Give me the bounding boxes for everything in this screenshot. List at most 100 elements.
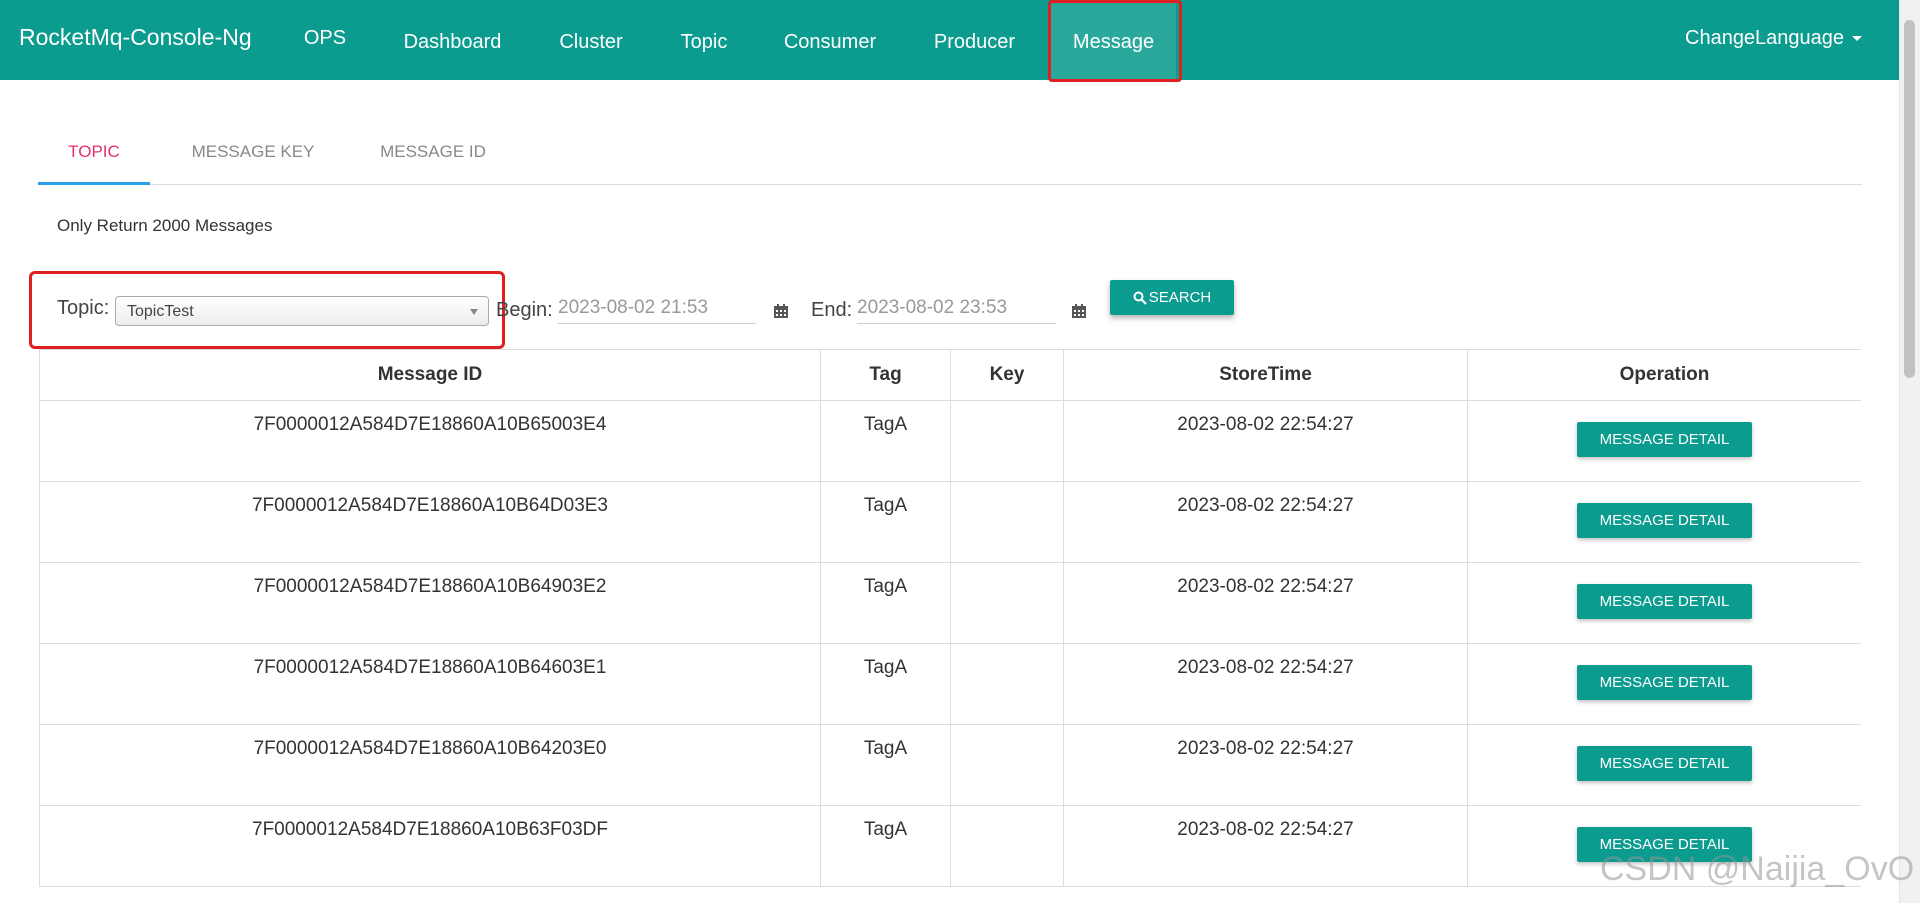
search-mode-tabs: TOPIC MESSAGE KEY MESSAGE ID [38,130,1862,185]
table-body: 7F0000012A584D7E18860A10B65003E4 TagA 2023… [39,400,1861,887]
highlight-box-topic-select [29,271,505,349]
table-row: 7F0000012A584D7E18860A10B64603E1 TagA 2023… [39,643,1861,725]
column-header-tag: Tag [820,349,951,401]
nav-item-producer[interactable]: Producer [924,0,1025,80]
store-time-cell: 2023-08-02 22:54:27 [1063,562,1468,644]
page-scrollbar[interactable] [1899,0,1920,903]
message-id-cell: 7F0000012A584D7E18860A10B64D03E3 [39,481,821,563]
table-row: 7F0000012A584D7E18860A10B63F03DF TagA 2023… [39,805,1861,887]
tab-message-id[interactable]: MESSAGE ID [358,130,508,182]
calendar-icon[interactable] [1071,303,1087,319]
message-id-cell-text: 7F0000012A584D7E18860A10B64603E1 [253,657,607,678]
message-id-cell: 7F0000012A584D7E18860A10B63F03DF [39,805,821,887]
key-cell [950,805,1064,887]
tag-cell-text: TagA [863,819,908,840]
operation-cell: MESSAGE DETAIL [1467,562,1861,644]
message-id-cell: 7F0000012A584D7E18860A10B65003E4 [39,400,821,482]
message-id-cell-text: 7F0000012A584D7E18860A10B64203E0 [253,738,607,759]
message-id-cell-text: 7F0000012A584D7E18860A10B64D03E3 [251,495,609,516]
watermark: CSDN @Naijia_OvO [1600,850,1915,888]
operation-cell: MESSAGE DETAIL [1467,400,1861,482]
nav-item-topic[interactable]: Topic [671,0,737,80]
key-cell [950,724,1064,806]
key-cell-text [951,563,1063,576]
nav-item-ops[interactable]: OPS [295,0,355,80]
highlight-box-message-nav [1048,0,1182,82]
message-id-cell: 7F0000012A584D7E18860A10B64203E0 [39,724,821,806]
store-time-cell: 2023-08-02 22:54:27 [1063,400,1468,482]
result-limit-notice: Only Return 2000 Messages [57,216,273,235]
column-header-message-id: Message ID [39,349,821,401]
key-cell-text [951,725,1063,738]
nav-item-cluster[interactable]: Cluster [549,0,633,80]
search-button-label: SEARCH [1148,289,1212,306]
key-cell-text [951,482,1063,495]
tab-topic[interactable]: TOPIC [38,130,150,185]
tag-cell-text: TagA [863,738,908,759]
message-id-cell-text: 7F0000012A584D7E18860A10B65003E4 [253,414,607,435]
message-detail-button[interactable]: MESSAGE DETAIL [1577,665,1752,700]
tag-cell: TagA [820,400,951,482]
message-detail-button[interactable]: MESSAGE DETAIL [1577,746,1752,781]
key-cell-text [951,644,1063,657]
store-time-cell-text: 2023-08-02 22:54:27 [1177,576,1354,597]
key-cell [950,562,1064,644]
key-cell-text [951,401,1063,414]
message-table: Message ID Tag Key StoreTime Operation 7… [39,349,1861,887]
store-time-cell: 2023-08-02 22:54:27 [1063,643,1468,725]
column-header-store-time: StoreTime [1063,349,1468,401]
operation-cell: MESSAGE DETAIL [1467,643,1861,725]
operation-cell: MESSAGE DETAIL [1467,724,1861,806]
tag-cell-text: TagA [863,495,908,516]
caret-down-icon [1852,36,1863,42]
tab-message-key[interactable]: MESSAGE KEY [168,130,338,182]
message-id-cell-text: 7F0000012A584D7E18860A10B63F03DF [252,819,608,840]
store-time-cell-text: 2023-08-02 22:54:27 [1177,657,1354,678]
store-time-cell-text: 2023-08-02 22:54:27 [1177,495,1354,516]
store-time-cell: 2023-08-02 22:54:27 [1063,724,1468,806]
store-time-cell: 2023-08-02 22:54:27 [1063,805,1468,887]
brand-logo-text[interactable]: RocketMq-Console-Ng [19,24,252,51]
change-language-label: ChangeLanguage [1685,27,1845,49]
table-row: 7F0000012A584D7E18860A10B64903E2 TagA 2023… [39,562,1861,644]
table-row: 7F0000012A584D7E18860A10B64D03E3 TagA 2023… [39,481,1861,563]
tag-cell: TagA [820,805,951,887]
store-time-cell-text: 2023-08-02 22:54:27 [1177,819,1354,840]
begin-time-input[interactable] [558,292,756,324]
table-row: 7F0000012A584D7E18860A10B64203E0 TagA 2023… [39,724,1861,806]
top-navbar: RocketMq-Console-Ng OPS Dashboard Cluste… [0,0,1900,80]
tag-cell: TagA [820,481,951,563]
tag-cell-text: TagA [863,576,908,597]
message-detail-button[interactable]: MESSAGE DETAIL [1577,503,1752,538]
tag-cell-text: TagA [863,657,908,678]
key-cell [950,481,1064,563]
tag-cell: TagA [820,562,951,644]
operation-cell: MESSAGE DETAIL [1467,481,1861,563]
message-id-cell-text: 7F0000012A584D7E18860A10B64903E2 [253,576,607,597]
store-time-cell: 2023-08-02 22:54:27 [1063,481,1468,563]
table-row: 7F0000012A584D7E18860A10B65003E4 TagA 2023… [39,400,1861,482]
scrollbar-thumb[interactable] [1904,20,1915,378]
key-cell-text [951,806,1063,819]
calendar-icon[interactable] [773,303,789,319]
message-detail-button[interactable]: MESSAGE DETAIL [1577,422,1752,457]
tag-cell: TagA [820,643,951,725]
tag-cell: TagA [820,724,951,806]
message-table-container: Message ID Tag Key StoreTime Operation 7… [39,349,1861,903]
store-time-cell-text: 2023-08-02 22:54:27 [1177,414,1354,435]
store-time-cell-text: 2023-08-02 22:54:27 [1177,738,1354,759]
key-cell [950,643,1064,725]
message-detail-button[interactable]: MESSAGE DETAIL [1577,584,1752,619]
message-id-cell: 7F0000012A584D7E18860A10B64603E1 [39,643,821,725]
end-time-input[interactable] [857,292,1056,324]
nav-item-consumer[interactable]: Consumer [776,0,884,80]
table-header-row: Message ID Tag Key StoreTime Operation [39,349,1861,401]
change-language-dropdown[interactable]: ChangeLanguage [1685,27,1863,50]
message-id-cell: 7F0000012A584D7E18860A10B64903E2 [39,562,821,644]
nav-item-dashboard[interactable]: Dashboard [395,0,510,80]
column-header-key: Key [950,349,1064,401]
search-button[interactable]: SEARCH [1110,280,1234,315]
key-cell [950,400,1064,482]
tag-cell-text: TagA [863,414,908,435]
search-icon [1133,291,1147,305]
